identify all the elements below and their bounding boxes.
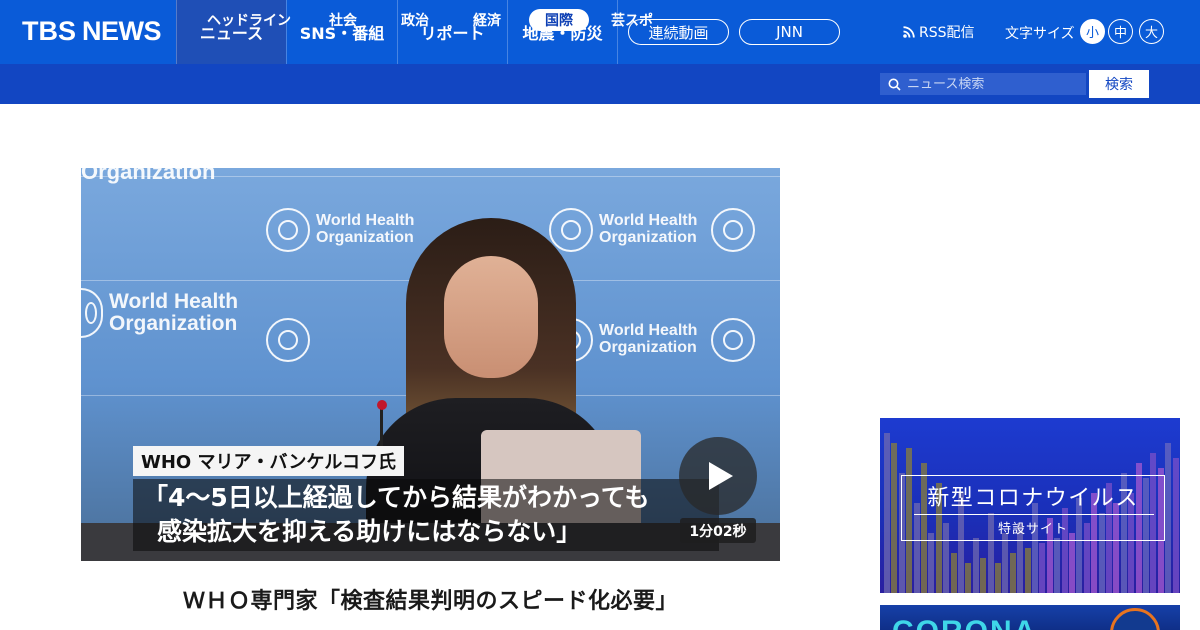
play-icon <box>709 462 733 490</box>
font-size-medium-button[interactable]: 中 <box>1108 19 1133 44</box>
site-header: TBS NEWS ニュース SNS・番組 リポート 地震・防災 連続動画 JNN… <box>0 0 1200 64</box>
banner-divider <box>914 514 1154 515</box>
banner-bar <box>1165 443 1172 593</box>
banner-bar <box>972 538 979 593</box>
speaker-face <box>444 256 538 378</box>
who-logo <box>711 208 755 252</box>
who-logo: World Health Organization <box>81 288 238 338</box>
covid-banner-title: 新型コロナウイルス <box>927 486 1139 511</box>
sub-nav-society[interactable]: 社会 <box>318 9 368 31</box>
who-emblem-icon <box>266 208 310 252</box>
who-logo-line1: World Health <box>109 289 239 313</box>
sub-nav-headline[interactable]: ヘッドライン <box>198 9 300 31</box>
who-logo <box>266 318 310 362</box>
search-box <box>880 73 1086 95</box>
banner-bar <box>995 563 1001 593</box>
font-size-label: 文字サイズ <box>1005 26 1075 42</box>
search-button-label: 検索 <box>1105 76 1133 92</box>
corona-banner[interactable]: CORONA <box>880 605 1180 630</box>
banner-bar <box>1024 548 1031 593</box>
caption-quote-line2: 感染拡大を抑える助けにはならない」 <box>157 517 582 546</box>
banner-bar <box>965 563 972 593</box>
caption-quote: 「4～5日以上経過してから結果がわかっても 感染拡大を抑える助けにはならない」 <box>133 479 719 551</box>
who-emblem-icon <box>711 208 755 252</box>
sub-nav-entertainment-sports[interactable]: 芸スポ <box>604 9 660 31</box>
video-player[interactable]: Organization World Health Organization Wo… <box>81 168 780 561</box>
sub-nav-politics-label: 政治 <box>401 13 429 29</box>
banner-bar <box>891 443 898 593</box>
banner-bar <box>928 533 935 593</box>
tbs-news-logo[interactable]: TBS NEWS <box>22 15 162 46</box>
banner-bar <box>1002 533 1009 593</box>
banner-bar <box>1009 553 1016 593</box>
sub-nav-international-label: 国際 <box>545 13 573 29</box>
corona-banner-text: CORONA <box>892 615 1037 630</box>
who-logo-text: Organization <box>81 168 216 184</box>
sub-nav-politics[interactable]: 政治 <box>390 9 440 31</box>
who-logo-text: World Health Organization <box>109 289 239 335</box>
globe-icon <box>1110 608 1160 630</box>
caption-speaker-name: WHO マリア・バンケルコフ氏 <box>133 446 405 476</box>
search-icon <box>888 78 901 91</box>
play-button[interactable] <box>679 437 757 515</box>
logo-tbs: TBS <box>22 15 76 46</box>
rss-link[interactable]: RSS配信 <box>903 22 975 42</box>
font-size-small-label: 小 <box>1085 26 1099 41</box>
font-size-medium-label: 中 <box>1113 26 1127 41</box>
banner-bar <box>950 553 957 593</box>
sub-nav-society-label: 社会 <box>329 13 357 29</box>
font-size-small-button[interactable]: 小 <box>1080 19 1105 44</box>
who-emblem-icon <box>81 288 103 338</box>
font-size-large-button[interactable]: 大 <box>1139 19 1164 44</box>
sub-nav-economy[interactable]: 経済 <box>462 9 512 31</box>
banner-bar <box>1069 533 1075 593</box>
covid-banner-subtitle: 特設サイト <box>997 522 1068 537</box>
rss-label: RSS配信 <box>919 25 975 41</box>
banner-bar <box>1039 543 1046 593</box>
font-size-large-label: 大 <box>1144 26 1158 41</box>
who-logo: Organization <box>81 168 215 183</box>
search-button[interactable]: 検索 <box>1089 70 1149 98</box>
video-duration-badge: 1分02秒 <box>680 518 756 543</box>
banner-bar <box>1054 538 1061 593</box>
article-headline[interactable]: ＷＨＯ専門家「検査結果判明のスピード化必要」 <box>81 583 780 615</box>
who-emblem-icon <box>711 318 755 362</box>
who-emblem-icon <box>266 318 310 362</box>
jnn-pill-label: JNN <box>776 23 803 41</box>
search-input[interactable] <box>907 76 1077 92</box>
covid-special-banner[interactable]: 新型コロナウイルス 特設サイト <box>880 418 1180 593</box>
microphone-icon <box>377 400 387 410</box>
sub-nav-entertainment-sports-label: 芸スポ <box>611 13 653 29</box>
caption-quote-line1: 「4～5日以上経過してから結果がわかっても <box>143 483 650 512</box>
logo-news: NEWS <box>82 15 162 46</box>
banner-bar <box>980 558 987 593</box>
sub-nav-international[interactable]: 国際 <box>529 9 589 31</box>
banner-bar <box>884 433 890 593</box>
jnn-pill-button[interactable]: JNN <box>739 19 840 45</box>
who-logo-line2: Organization <box>109 312 238 335</box>
sub-nav-economy-label: 経済 <box>473 13 501 29</box>
sub-nav-headline-label: ヘッドライン <box>207 13 291 29</box>
rss-icon <box>903 26 915 38</box>
banner-bar <box>1172 458 1179 593</box>
who-logo <box>711 318 755 362</box>
